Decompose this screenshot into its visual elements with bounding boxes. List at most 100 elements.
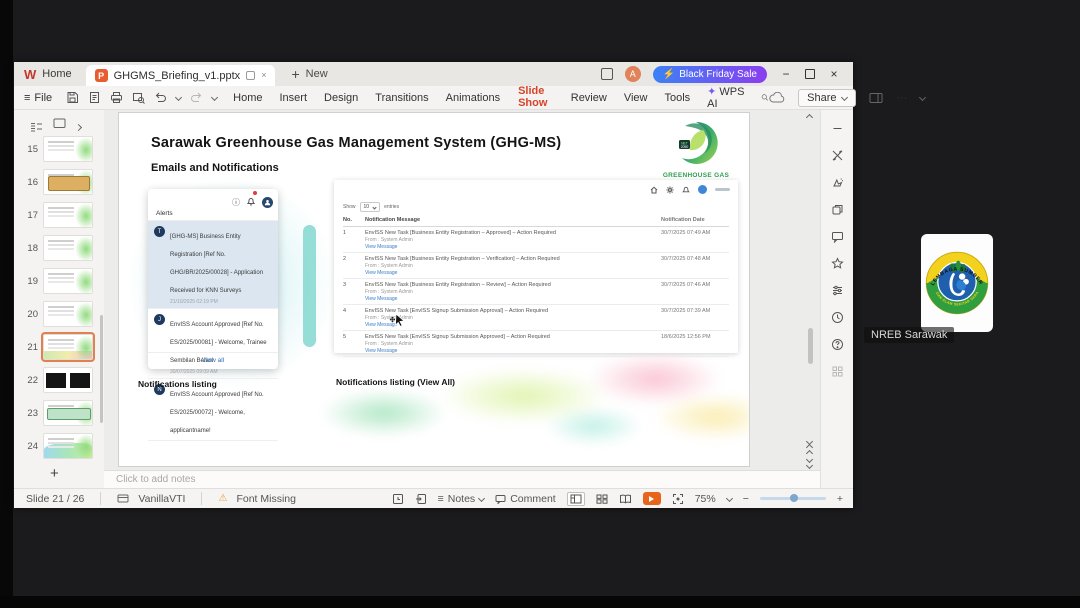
menu-animations[interactable]: Animations bbox=[446, 92, 500, 104]
font-missing-warning[interactable]: Font Missing bbox=[236, 493, 296, 505]
cloud-sync-icon[interactable] bbox=[769, 91, 785, 104]
desk-export-icon[interactable] bbox=[415, 493, 427, 505]
quick-tools-icon[interactable] bbox=[831, 149, 844, 162]
user-avatar[interactable]: A bbox=[624, 66, 641, 82]
menu-home[interactable]: Home bbox=[233, 92, 262, 104]
reading-view-button[interactable] bbox=[619, 494, 632, 504]
warning-icon: ⚠ bbox=[218, 493, 228, 504]
entries-select[interactable]: 10 bbox=[359, 202, 381, 212]
canvas-scrollbar[interactable] bbox=[808, 328, 813, 364]
next-slide-button[interactable] bbox=[805, 455, 814, 470]
tab-close-icon[interactable]: × bbox=[261, 71, 266, 80]
layers-icon[interactable] bbox=[831, 203, 844, 216]
workspace-icon[interactable] bbox=[600, 68, 613, 80]
slide-thumbnail-22[interactable]: 22 bbox=[14, 367, 104, 393]
menu-design[interactable]: Design bbox=[324, 92, 358, 104]
collapse-ribbon-icon[interactable] bbox=[919, 93, 927, 102]
home-tab[interactable]: Home bbox=[42, 68, 71, 80]
bell-icon bbox=[682, 186, 690, 192]
slide-sorter-view-button[interactable] bbox=[596, 494, 608, 504]
scroll-up-arrow[interactable] bbox=[805, 113, 814, 122]
maximize-button[interactable] bbox=[805, 69, 815, 79]
view-message-link[interactable]: View Message bbox=[365, 322, 655, 328]
slide-thumbnail-19[interactable]: 19 bbox=[14, 268, 104, 294]
zoom-in-button[interactable]: + bbox=[837, 493, 843, 505]
wps-logo[interactable]: W bbox=[24, 67, 36, 82]
comment-button[interactable]: Comment bbox=[495, 493, 556, 505]
settings-sliders-icon[interactable] bbox=[831, 284, 844, 297]
black-friday-sale-button[interactable]: ⚡ Black Friday Sale bbox=[652, 65, 767, 83]
menu-wps-ai[interactable]: ✦ WPS AI bbox=[707, 85, 744, 110]
menu-toolbar: ≡ File Home Insert Design Transitions An… bbox=[14, 85, 927, 113]
close-button[interactable]: × bbox=[827, 67, 841, 81]
chevron-down-icon bbox=[372, 204, 377, 210]
switch-panel-icon[interactable] bbox=[869, 92, 883, 104]
undo-icon[interactable] bbox=[154, 91, 167, 104]
current-slide[interactable]: Sarawak Greenhouse Gas Management System… bbox=[118, 112, 750, 467]
print-icon[interactable] bbox=[110, 91, 123, 104]
zoom-out-button[interactable]: − bbox=[743, 493, 749, 505]
task-pane-icon[interactable] bbox=[392, 493, 404, 505]
slide-view-icon[interactable] bbox=[53, 118, 66, 129]
apps-grid-icon[interactable] bbox=[831, 365, 844, 378]
share-button[interactable]: Share bbox=[798, 88, 857, 107]
print-preview-icon[interactable] bbox=[132, 91, 146, 104]
view-message-link[interactable]: View Message bbox=[365, 348, 655, 354]
menu-tools[interactable]: Tools bbox=[664, 92, 690, 104]
tab-preview-icon[interactable] bbox=[246, 71, 256, 80]
zoom-slider-handle[interactable] bbox=[789, 494, 798, 502]
slide-thumbnail-18[interactable]: 18 bbox=[14, 235, 104, 261]
notes-pane[interactable]: Click to add notes bbox=[104, 470, 820, 488]
slide-thumbnail-16[interactable]: 16 bbox=[14, 169, 104, 195]
zoom-level[interactable]: 75% bbox=[695, 493, 716, 505]
history-clock-icon[interactable] bbox=[831, 311, 844, 324]
table-header: No. Notification Message Notification Da… bbox=[343, 214, 729, 227]
effects-icon[interactable] bbox=[831, 176, 844, 189]
menu-insert[interactable]: Insert bbox=[280, 92, 308, 104]
slideshow-play-button[interactable] bbox=[642, 492, 661, 505]
slide-thumbnail-23[interactable]: 23 bbox=[14, 400, 104, 426]
notes-toggle[interactable]: ≡ Notes bbox=[438, 493, 486, 505]
zoom-presets-icon[interactable] bbox=[725, 494, 733, 503]
slide-thumbnail-15[interactable]: 15 bbox=[14, 136, 104, 162]
gear-icon bbox=[666, 186, 674, 193]
hamburger-icon: ≡ bbox=[24, 91, 31, 104]
normal-view-button[interactable] bbox=[566, 491, 585, 506]
redo-icon[interactable] bbox=[190, 91, 203, 104]
view-message-link[interactable]: View Message bbox=[365, 296, 655, 302]
star-icon[interactable] bbox=[830, 257, 844, 270]
help-icon[interactable] bbox=[831, 338, 844, 351]
zoom-slider[interactable] bbox=[759, 494, 826, 502]
view-all-link[interactable]: View all bbox=[148, 352, 278, 369]
theme-name[interactable]: VanillaVTI bbox=[138, 493, 185, 505]
previous-slide-button[interactable] bbox=[805, 443, 814, 458]
add-slide-button[interactable]: + bbox=[50, 465, 59, 482]
view-message-link[interactable]: View Message bbox=[365, 270, 655, 276]
panel-scrollbar[interactable] bbox=[100, 315, 103, 423]
collapse-rail-icon[interactable] bbox=[831, 122, 844, 135]
expand-panel-icon[interactable] bbox=[74, 123, 83, 131]
undo-dropdown-icon[interactable] bbox=[175, 93, 183, 102]
participant-video-tile[interactable]: LEMBAGA SUMBER ASLI DAN ALAM SEKITAR SAR… bbox=[921, 234, 993, 332]
search-icon[interactable] bbox=[761, 91, 769, 104]
slide-thumbnail-21-selected[interactable]: 21 bbox=[14, 334, 104, 360]
menu-view[interactable]: View bbox=[624, 92, 648, 104]
minimize-button[interactable]: − bbox=[779, 67, 793, 81]
more-options-icon[interactable]: ··· bbox=[896, 92, 907, 104]
save-icon[interactable] bbox=[66, 91, 79, 104]
menu-slide-show[interactable]: Slide Show bbox=[517, 82, 554, 113]
outline-view-icon[interactable] bbox=[30, 122, 43, 133]
alert-item[interactable]: T [GHG-MS] Business Entity Registration … bbox=[148, 221, 278, 309]
view-message-link[interactable]: View Message bbox=[365, 244, 655, 250]
export-icon[interactable] bbox=[88, 91, 101, 104]
comment-icon[interactable] bbox=[831, 230, 844, 243]
slide-thumbnail-20[interactable]: 20 bbox=[14, 301, 104, 327]
menu-transitions[interactable]: Transitions bbox=[375, 92, 428, 104]
fit-screen-icon[interactable] bbox=[672, 493, 684, 505]
file-menu[interactable]: ≡ File bbox=[24, 92, 52, 104]
toolbar-more-icon[interactable] bbox=[211, 93, 219, 102]
menu-review[interactable]: Review bbox=[571, 92, 607, 104]
slide-thumbnail-24[interactable]: 24 bbox=[14, 433, 104, 459]
slide-thumbnail-17[interactable]: 17 bbox=[14, 202, 104, 228]
new-tab-button[interactable]: + New bbox=[291, 66, 327, 82]
